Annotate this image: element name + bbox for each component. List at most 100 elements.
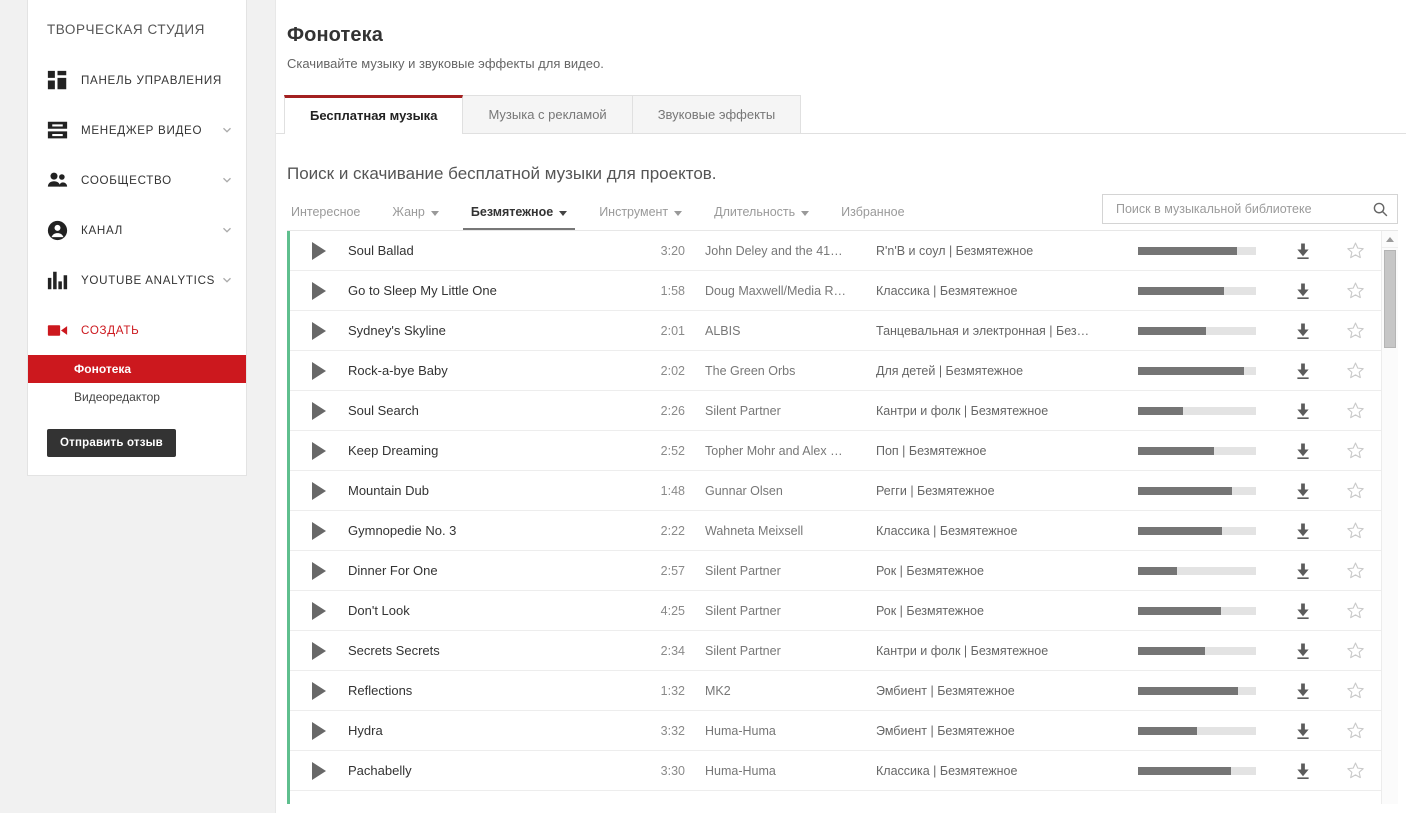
download-button[interactable] — [1277, 362, 1329, 380]
table-row[interactable]: Soul Search 2:26 Silent Partner Кантри и фо… — [287, 391, 1381, 431]
table-row[interactable]: Dinner For One 2:57 Silent Partner Рок | Бе… — [287, 551, 1381, 591]
download-button[interactable] — [1277, 602, 1329, 620]
favorite-button[interactable] — [1329, 361, 1381, 380]
favorite-button[interactable] — [1329, 401, 1381, 420]
table-row[interactable]: Hydra 3:32 Huma-Huma Эмбиент | Безмятежное — [287, 711, 1381, 751]
popularity-bar — [1138, 286, 1256, 295]
track-title[interactable]: Mountain Dub — [348, 483, 641, 498]
favorite-button[interactable] — [1329, 321, 1381, 340]
download-button[interactable] — [1277, 722, 1329, 740]
track-title[interactable]: Soul Search — [348, 403, 641, 418]
chevron-down-icon — [223, 277, 231, 283]
play-button[interactable] — [290, 321, 348, 340]
popularity-bar — [1138, 646, 1256, 655]
filter-featured[interactable]: Интересное — [287, 205, 376, 230]
table-row[interactable]: Soul Ballad 3:20 John Deley and the 41… R'n… — [287, 231, 1381, 271]
table-row[interactable]: Secrets Secrets 2:34 Silent Partner Кантри … — [287, 631, 1381, 671]
track-title[interactable]: Soul Ballad — [348, 243, 641, 258]
play-button[interactable] — [290, 561, 348, 580]
search-icon[interactable] — [1372, 201, 1389, 218]
table-row[interactable]: Gymnopedie No. 3 2:22 Wahneta Meixsell Клас… — [287, 511, 1381, 551]
track-title[interactable]: Pachabelly — [348, 763, 641, 778]
favorite-button[interactable] — [1329, 241, 1381, 260]
filter-favorites[interactable]: Избранное — [825, 205, 920, 230]
favorite-button[interactable] — [1329, 561, 1381, 580]
play-button[interactable] — [290, 761, 348, 780]
favorite-button[interactable] — [1329, 481, 1381, 500]
track-title[interactable]: Don't Look — [348, 603, 641, 618]
table-row[interactable]: Pachabelly 3:30 Huma-Huma Классика | Безмят… — [287, 751, 1381, 791]
track-title[interactable]: Rock-a-bye Baby — [348, 363, 641, 378]
favorite-button[interactable] — [1329, 441, 1381, 460]
play-button[interactable] — [290, 401, 348, 420]
play-button[interactable] — [290, 241, 348, 260]
play-button[interactable] — [290, 601, 348, 620]
filter-genre[interactable]: Жанр — [376, 205, 455, 230]
download-button[interactable] — [1277, 282, 1329, 300]
table-row[interactable]: Sydney's Skyline 2:01 ALBIS Танцевальная и … — [287, 311, 1381, 351]
download-button[interactable] — [1277, 562, 1329, 580]
track-title[interactable]: Dinner For One — [348, 563, 641, 578]
download-button[interactable] — [1277, 242, 1329, 260]
play-button[interactable] — [290, 481, 348, 500]
play-button[interactable] — [290, 441, 348, 460]
play-button[interactable] — [290, 641, 348, 660]
tab-free-music[interactable]: Бесплатная музыка — [284, 95, 464, 134]
play-button[interactable] — [290, 521, 348, 540]
table-row[interactable]: Don't Look 4:25 Silent Partner Рок | Безмят… — [287, 591, 1381, 631]
send-feedback-button[interactable]: Отправить отзыв — [47, 429, 176, 457]
sidebar-item-channel[interactable]: КАНАЛ — [28, 205, 246, 255]
sidebar-subitem-audio-library[interactable]: Фонотека — [28, 355, 246, 383]
download-button[interactable] — [1277, 642, 1329, 660]
download-button[interactable] — [1277, 682, 1329, 700]
download-button[interactable] — [1277, 442, 1329, 460]
popularity-bar — [1138, 406, 1256, 415]
track-popularity — [1117, 486, 1277, 495]
download-button[interactable] — [1277, 762, 1329, 780]
track-title[interactable]: Go to Sleep My Little One — [348, 283, 641, 298]
sidebar-item-analytics[interactable]: YOUTUBE ANALYTICS — [28, 255, 246, 305]
sidebar-subitem-video-editor[interactable]: Видеоредактор — [28, 383, 246, 411]
scroll-up-button[interactable] — [1382, 231, 1398, 248]
filter-instrument[interactable]: Инструмент — [583, 205, 698, 230]
search-box[interactable] — [1102, 194, 1398, 224]
track-title[interactable]: Secrets Secrets — [348, 643, 641, 658]
track-title[interactable]: Reflections — [348, 683, 641, 698]
play-button[interactable] — [290, 281, 348, 300]
sidebar-item-create[interactable]: СОЗДАТЬ — [28, 305, 246, 355]
table-row[interactable]: Mountain Dub 1:48 Gunnar Olsen Регги | Безм… — [287, 471, 1381, 511]
favorite-button[interactable] — [1329, 641, 1381, 660]
filter-duration[interactable]: Длительность — [698, 205, 825, 230]
track-title[interactable]: Keep Dreaming — [348, 443, 641, 458]
tab-sound-effects[interactable]: Звуковые эффекты — [631, 95, 802, 133]
table-row[interactable]: Go to Sleep My Little One 1:58 Doug Maxwel… — [287, 271, 1381, 311]
favorite-button[interactable] — [1329, 681, 1381, 700]
table-row[interactable]: Reflections 1:32 MK2 Эмбиент | Безмятежное — [287, 671, 1381, 711]
download-icon — [1297, 283, 1309, 299]
track-list-scrollbar[interactable] — [1381, 231, 1398, 804]
download-button[interactable] — [1277, 402, 1329, 420]
play-button[interactable] — [290, 721, 348, 740]
play-button[interactable] — [290, 361, 348, 380]
table-row[interactable]: Rock-a-bye Baby 2:02 The Green Orbs Для дет… — [287, 351, 1381, 391]
favorite-button[interactable] — [1329, 281, 1381, 300]
download-button[interactable] — [1277, 482, 1329, 500]
table-row[interactable]: Keep Dreaming 2:52 Topher Mohr and Alex … П… — [287, 431, 1381, 471]
filter-mood[interactable]: Безмятежное — [455, 205, 583, 230]
track-title[interactable]: Hydra — [348, 723, 641, 738]
track-title[interactable]: Gymnopedie No. 3 — [348, 523, 641, 538]
sidebar-item-dashboard[interactable]: ПАНЕЛЬ УПРАВЛЕНИЯ — [28, 55, 246, 105]
scrollbar-thumb[interactable] — [1384, 250, 1396, 348]
favorite-button[interactable] — [1329, 721, 1381, 740]
favorite-button[interactable] — [1329, 521, 1381, 540]
track-title[interactable]: Sydney's Skyline — [348, 323, 641, 338]
download-button[interactable] — [1277, 522, 1329, 540]
search-input[interactable] — [1114, 201, 1372, 217]
download-button[interactable] — [1277, 322, 1329, 340]
play-button[interactable] — [290, 681, 348, 700]
favorite-button[interactable] — [1329, 761, 1381, 780]
sidebar-item-community[interactable]: СООБЩЕСТВО — [28, 155, 246, 205]
sidebar-item-video-manager[interactable]: МЕНЕДЖЕР ВИДЕО — [28, 105, 246, 155]
favorite-button[interactable] — [1329, 601, 1381, 620]
tab-ad-supported-music[interactable]: Музыка с рекламой — [462, 95, 633, 133]
